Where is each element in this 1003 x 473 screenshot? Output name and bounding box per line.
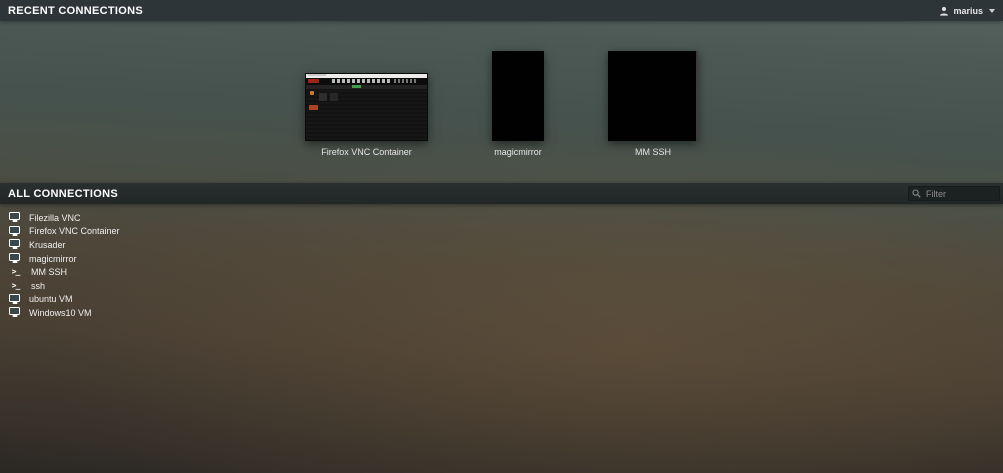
connection-thumbnail	[305, 73, 428, 141]
thumbnail-green-button	[352, 85, 361, 88]
monitor-icon	[9, 307, 20, 315]
thumbnail-gray-tile	[319, 93, 327, 101]
all-connections-title: ALL CONNECTIONS	[8, 188, 118, 200]
connection-list-item[interactable]: Windows10 VM	[0, 306, 1003, 320]
connection-name: Filezilla VNC	[29, 213, 81, 223]
connection-name: magicmirror	[29, 254, 77, 264]
monitor-icon	[9, 253, 20, 261]
monitor-icon	[9, 294, 20, 302]
thumbnail-red-logo	[308, 79, 319, 83]
connection-list-item[interactable]: Filezilla VNC	[0, 211, 1003, 225]
recent-connections-title: RECENT CONNECTIONS	[8, 5, 143, 17]
thumbnail-gray-tile	[330, 93, 338, 101]
connection-thumbnail	[492, 51, 544, 141]
connection-list-item[interactable]: ssh	[0, 279, 1003, 293]
thumbnail-header-links	[394, 79, 418, 83]
terminal-icon	[9, 267, 22, 278]
recent-connection-mm-ssh[interactable]: MM SSH	[608, 51, 698, 157]
monitor-icon	[9, 212, 20, 220]
thumbnail-headline-text	[332, 79, 390, 83]
recent-connections-row: Firefox VNC Container magicmirror MM SSH	[0, 51, 1003, 157]
recent-connection-label: magicmirror	[494, 147, 542, 157]
thumbnail-orange-badge	[309, 105, 318, 110]
username: marius	[953, 6, 983, 16]
connection-list-item[interactable]: ubuntu VM	[0, 293, 1003, 307]
thumbnail-browser-tab	[308, 74, 326, 76]
connection-name: Windows10 VM	[29, 308, 92, 318]
recent-connection-label: MM SSH	[635, 147, 671, 157]
top-bar: RECENT CONNECTIONS marius	[0, 0, 1003, 21]
recent-connection-magicmirror[interactable]: magicmirror	[492, 51, 544, 157]
connection-list-item[interactable]: magicmirror	[0, 252, 1003, 266]
user-menu[interactable]: marius	[939, 6, 995, 16]
connection-name: Krusader	[29, 240, 66, 250]
connection-list-item[interactable]: MM SSH	[0, 265, 1003, 279]
monitor-icon	[9, 239, 20, 247]
connection-name: Firefox VNC Container	[29, 226, 120, 236]
filter-box	[908, 186, 1000, 201]
recent-connections-section: Firefox VNC Container magicmirror MM SSH	[0, 21, 1003, 183]
connection-name: ubuntu VM	[29, 294, 73, 304]
filter-input[interactable]	[908, 186, 1000, 201]
connection-list-item[interactable]: Firefox VNC Container	[0, 225, 1003, 239]
connection-name: ssh	[31, 281, 45, 291]
all-connections-bar: ALL CONNECTIONS	[0, 183, 1003, 204]
monitor-icon	[9, 226, 20, 234]
chevron-down-icon	[989, 9, 995, 13]
thumbnail-orange-dot	[310, 91, 314, 95]
recent-connection-firefox-vnc-container[interactable]: Firefox VNC Container	[305, 73, 428, 157]
connection-thumbnail	[608, 51, 698, 141]
recent-connection-label: Firefox VNC Container	[321, 147, 412, 157]
user-icon	[939, 6, 949, 16]
guacamole-home-screen: RECENT CONNECTIONS marius Firefox VNC Co…	[0, 0, 1003, 473]
terminal-icon	[9, 280, 22, 291]
connection-list: Filezilla VNC Firefox VNC Container Krus…	[0, 204, 1003, 320]
connection-name: MM SSH	[31, 267, 67, 277]
connection-list-item[interactable]: Krusader	[0, 238, 1003, 252]
